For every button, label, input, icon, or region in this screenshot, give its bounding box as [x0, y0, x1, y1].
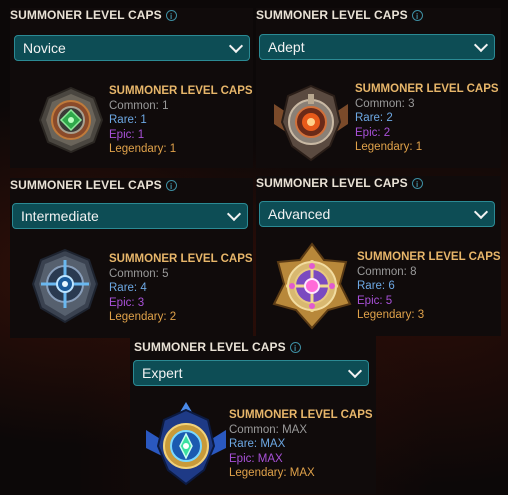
epic-cap: Epic: 1 [109, 128, 145, 141]
info-icon[interactable]: i [165, 9, 177, 21]
expert-emblem-icon [146, 402, 226, 486]
section-header-label: SUMMONER LEVEL CAPS [134, 340, 286, 354]
common-cap: Common: 1 [109, 99, 169, 112]
common-cap: Common: MAX [229, 423, 307, 436]
common-cap: Common: 5 [109, 267, 169, 280]
level-caps-title: SUMMONER LEVEL CAPS [357, 251, 501, 263]
tier-select[interactable]: Advanced [259, 201, 495, 227]
tier-select[interactable]: Adept [259, 34, 495, 60]
epic-cap: Epic: 3 [109, 296, 145, 309]
tier-panel-novice: SUMMONER LEVEL CAPS i Novice SUMMONER LE… [10, 8, 253, 168]
level-caps-info: SUMMONER LEVEL CAPS Common: 5 Rare: 4 Ep… [109, 252, 253, 325]
chevron-down-icon [473, 204, 489, 219]
level-caps-title: SUMMONER LEVEL CAPS [109, 85, 253, 97]
tier-select-value: Adept [268, 39, 305, 55]
tier-select[interactable]: Novice [14, 35, 250, 61]
tier-select[interactable]: Expert [133, 360, 369, 386]
tier-select[interactable]: Intermediate [12, 203, 248, 229]
adept-emblem-icon [274, 84, 348, 162]
level-caps-title: SUMMONER LEVEL CAPS [229, 409, 373, 421]
tier-panel-intermediate: SUMMONER LEVEL CAPS i Intermediate SUMMO… [10, 178, 253, 338]
tier-select-value: Novice [23, 40, 66, 56]
rare-cap: Rare: 4 [109, 282, 147, 294]
section-header-label: SUMMONER LEVEL CAPS [10, 8, 162, 22]
tier-panel-advanced: SUMMONER LEVEL CAPS i Advanced SUMMONER … [256, 176, 501, 336]
epic-cap: Epic: 2 [355, 126, 391, 139]
legendary-cap: Legendary: 3 [357, 309, 425, 321]
section-header: SUMMONER LEVEL CAPS i [10, 178, 177, 192]
legendary-cap: Legendary: 1 [109, 143, 177, 155]
chevron-down-icon [473, 37, 489, 52]
chevron-down-icon [347, 363, 363, 378]
tier-select-value: Expert [142, 365, 183, 381]
advanced-emblem-icon [272, 242, 352, 330]
level-caps-info: SUMMONER LEVEL CAPS Common: 3 Rare: 2 Ep… [355, 82, 499, 155]
legendary-cap: Legendary: 1 [355, 141, 423, 153]
rare-cap: Rare: 2 [355, 112, 393, 124]
intermediate-emblem-icon [31, 248, 99, 324]
level-caps-info: SUMMONER LEVEL CAPS Common: 1 Rare: 1 Ep… [109, 84, 253, 157]
common-cap: Common: 3 [355, 97, 415, 110]
tier-select-value: Intermediate [21, 208, 99, 224]
legendary-cap: Legendary: MAX [229, 467, 315, 479]
tier-select-value: Advanced [268, 206, 331, 222]
section-header: SUMMONER LEVEL CAPS i [134, 340, 301, 354]
info-icon[interactable]: i [411, 177, 423, 189]
common-cap: Common: 8 [357, 265, 417, 278]
level-caps-info: SUMMONER LEVEL CAPS Common: 8 Rare: 6 Ep… [357, 250, 501, 323]
section-header-label: SUMMONER LEVEL CAPS [10, 178, 162, 192]
tier-panel-expert: SUMMONER LEVEL CAPS i Expert SUMMONER LE… [130, 336, 376, 494]
info-icon[interactable]: i [165, 179, 177, 191]
legendary-cap: Legendary: 2 [109, 311, 177, 323]
tier-panel-adept: SUMMONER LEVEL CAPS i Adept SUMMONER LEV… [256, 8, 501, 168]
novice-emblem-icon [38, 86, 104, 154]
section-header: SUMMONER LEVEL CAPS i [256, 8, 423, 22]
rare-cap: Rare: 1 [109, 114, 147, 126]
level-caps-info: SUMMONER LEVEL CAPS Common: MAX Rare: MA… [229, 408, 373, 481]
epic-cap: Epic: 5 [357, 294, 393, 307]
chevron-down-icon [226, 206, 242, 221]
section-header: SUMMONER LEVEL CAPS i [256, 176, 423, 190]
section-header: SUMMONER LEVEL CAPS i [10, 8, 177, 22]
level-caps-title: SUMMONER LEVEL CAPS [355, 83, 499, 95]
section-header-label: SUMMONER LEVEL CAPS [256, 176, 408, 190]
chevron-down-icon [228, 38, 244, 53]
epic-cap: Epic: MAX [229, 452, 283, 465]
info-icon[interactable]: i [411, 9, 423, 21]
level-caps-title: SUMMONER LEVEL CAPS [109, 253, 253, 265]
rare-cap: Rare: MAX [229, 438, 286, 450]
info-icon[interactable]: i [289, 341, 301, 353]
rare-cap: Rare: 6 [357, 280, 395, 292]
section-header-label: SUMMONER LEVEL CAPS [256, 8, 408, 22]
